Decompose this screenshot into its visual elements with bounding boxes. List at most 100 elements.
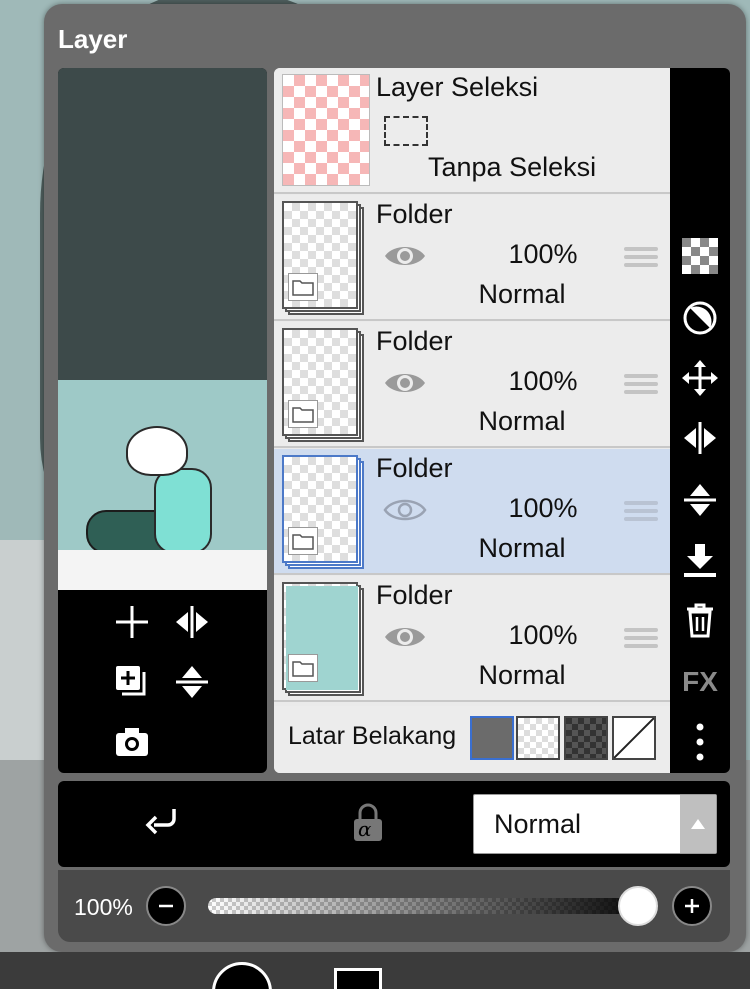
layer-row[interactable]: Folder 100% Normal: [274, 576, 670, 702]
layer-name: Folder: [376, 326, 453, 356]
layer-preview: [58, 68, 267, 773]
camera-icon: [116, 728, 148, 756]
background-swatch-gray[interactable]: [470, 716, 514, 760]
duplicate-layer-icon: [116, 666, 146, 696]
layer-thumbnail: [282, 582, 364, 696]
layer-opacity: 100%: [508, 620, 578, 650]
clipping-arrow-icon: [145, 809, 176, 835]
flip-vertical-icon: [684, 484, 716, 516]
layer-opacity: 100%: [508, 493, 578, 523]
delete-button[interactable]: [678, 598, 722, 642]
selection-layer-row[interactable]: Layer Seleksi Tanpa Seleksi: [274, 68, 670, 194]
brush-size-indicator[interactable]: [212, 962, 272, 989]
trash-icon: [687, 603, 713, 638]
background-swatch-none[interactable]: [612, 716, 656, 760]
merge-down-icon: [684, 544, 716, 577]
selection-status: Tanpa Seleksi: [428, 152, 597, 182]
layer-blend-mode: Normal: [478, 406, 566, 436]
move-icon: [682, 360, 718, 396]
opacity-increase-button[interactable]: [672, 886, 712, 926]
visibility-toggle[interactable]: [382, 366, 428, 400]
contrast-button[interactable]: [678, 296, 722, 340]
eye-icon: [385, 628, 425, 646]
panel-title: Layer: [58, 24, 128, 54]
layer-thumbnail: [282, 328, 364, 442]
more-icon: [696, 723, 704, 761]
layer-blend-mode: Normal: [478, 533, 566, 563]
folder-icon: [288, 273, 318, 301]
add-layer-icon: [116, 606, 148, 638]
background-row: Latar Belakang: [274, 706, 670, 773]
layer-list[interactable]: Layer Seleksi Tanpa Seleksi Folder 100% …: [274, 68, 670, 773]
flip-horizontal-button[interactable]: [170, 600, 214, 644]
blend-mode-value: Normal: [494, 809, 582, 839]
artwork-body: [154, 468, 212, 554]
opacity-slider-row: 100%: [58, 870, 730, 942]
fx-icon: FX: [682, 666, 718, 697]
layer-opacity: 100%: [508, 366, 578, 396]
layer-row[interactable]: Folder 100% Normal: [274, 322, 670, 448]
flip-horizontal-button[interactable]: [678, 416, 722, 460]
flip-vertical-button[interactable]: [678, 478, 722, 522]
layer-thumbnail: [282, 201, 364, 315]
layer-options-bar: α Normal: [58, 781, 730, 867]
contrast-icon: [683, 301, 717, 335]
opacity-slider[interactable]: [208, 886, 658, 926]
selection-marquee-icon: [384, 116, 428, 146]
selection-layer-name: Layer Seleksi: [376, 72, 539, 102]
alpha-symbol: α: [358, 817, 372, 841]
selection-layer-thumbnail: [282, 74, 370, 186]
layer-name: Folder: [376, 453, 453, 483]
opacity-slider-knob[interactable]: [618, 886, 658, 926]
layer-row[interactable]: Folder 100% Normal: [274, 195, 670, 321]
flip-horizontal-icon: [176, 606, 208, 638]
opacity-decrease-button[interactable]: [146, 886, 186, 926]
folder-icon: [288, 527, 318, 555]
preview-empty-area: [58, 68, 267, 380]
merge-down-button[interactable]: [678, 538, 722, 582]
move-button[interactable]: [678, 356, 722, 400]
color-swatch[interactable]: [334, 968, 382, 989]
dropdown-arrow-icon: [680, 795, 716, 853]
artwork-snow: [58, 550, 267, 590]
layer-thumbnail: [282, 455, 364, 569]
none-icon: [614, 718, 654, 758]
drag-handle-icon[interactable]: [624, 497, 658, 525]
visibility-toggle[interactable]: [382, 493, 428, 527]
background-swatch-dark-checker[interactable]: [564, 716, 608, 760]
blend-mode-select[interactable]: Normal: [473, 794, 717, 854]
fx-button[interactable]: FX: [678, 660, 722, 704]
main-toolbar-strip: [0, 952, 750, 989]
drag-handle-icon[interactable]: [624, 243, 658, 271]
layer-blend-mode: Normal: [478, 279, 566, 309]
flip-horizontal-icon: [684, 422, 716, 454]
artwork-head: [126, 426, 188, 476]
layer-opacity: 100%: [508, 239, 578, 269]
flip-vertical-icon: [176, 666, 208, 698]
eye-icon: [385, 374, 425, 392]
minus-icon: [159, 904, 173, 908]
folder-icon: [288, 400, 318, 428]
drag-handle-icon[interactable]: [624, 370, 658, 398]
duplicate-layer-button[interactable]: [110, 660, 154, 704]
add-layer-button[interactable]: [110, 600, 154, 644]
plus-icon: [685, 899, 699, 913]
layer-row-selected[interactable]: Folder 100% Normal: [274, 449, 670, 575]
layer-name: Folder: [376, 580, 453, 610]
background-swatch-white-checker[interactable]: [516, 716, 560, 760]
opacity-value-label: 100%: [74, 894, 133, 920]
more-button[interactable]: [678, 720, 722, 764]
visibility-toggle[interactable]: [382, 239, 428, 273]
checker-icon: [682, 238, 718, 274]
flip-vertical-button[interactable]: [170, 660, 214, 704]
eye-hidden-icon: [383, 499, 427, 521]
camera-button[interactable]: [110, 720, 154, 764]
visibility-toggle[interactable]: [382, 620, 428, 654]
drag-handle-icon[interactable]: [624, 624, 658, 652]
layer-blend-mode: Normal: [478, 660, 566, 690]
alpha-lock-button[interactable]: α: [346, 801, 390, 845]
checker-button[interactable]: [678, 234, 722, 278]
clipping-button[interactable]: [140, 801, 184, 845]
layer-name: Folder: [376, 199, 453, 229]
folder-icon: [288, 654, 318, 682]
